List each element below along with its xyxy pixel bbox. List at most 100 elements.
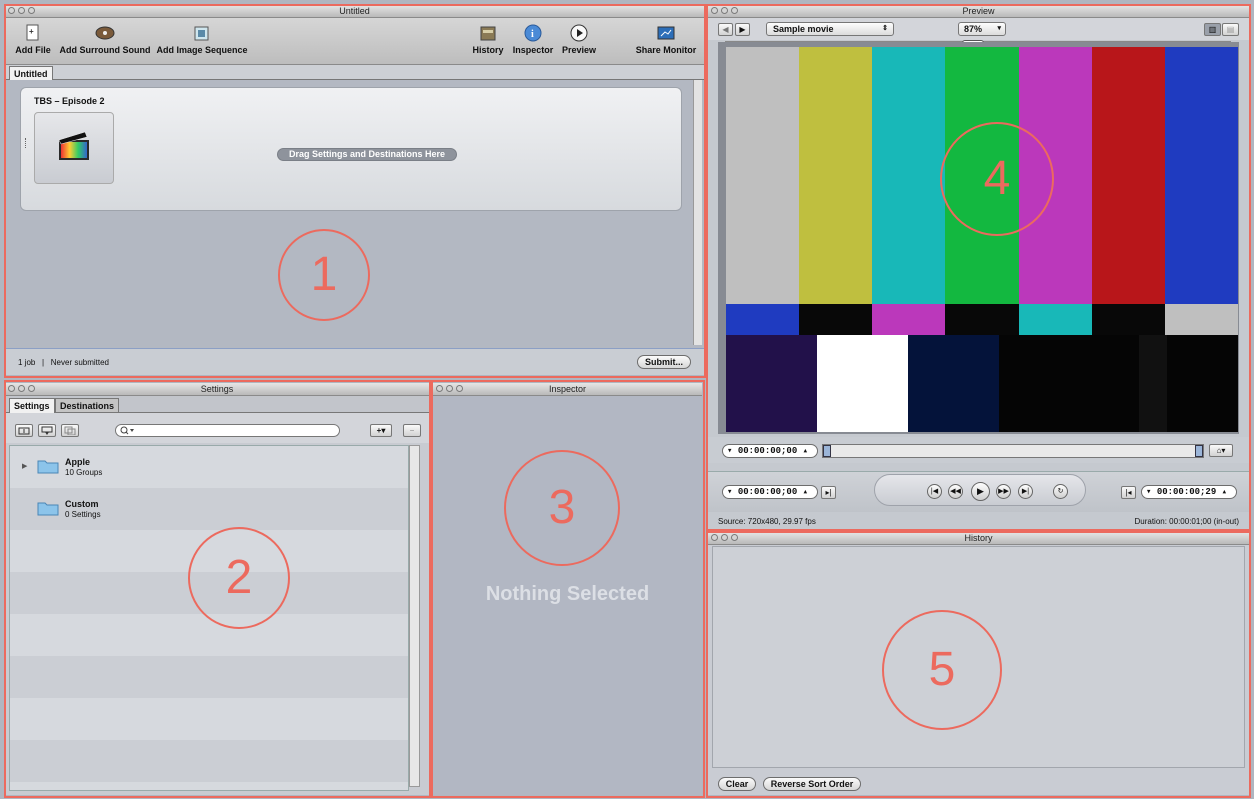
color-bars — [726, 47, 1238, 432]
in-marker[interactable] — [823, 445, 831, 457]
inspector-button[interactable]: i Inspector — [511, 24, 555, 55]
fast-forward-icon[interactable]: ▶▶ — [996, 484, 1011, 499]
timeline-scrubber[interactable] — [822, 444, 1204, 458]
color-bar — [1091, 304, 1165, 335]
remove-setting-button[interactable]: − — [403, 424, 421, 437]
minimize-button[interactable] — [721, 7, 728, 14]
in-point-timecode[interactable]: ▾ 00:00:00;00 ▴ — [722, 444, 818, 458]
go-to-start-icon[interactable]: |◀ — [927, 484, 942, 499]
job-status: 1 job | Never submitted — [18, 358, 110, 367]
color-bar — [1091, 47, 1165, 304]
out-point-timecode[interactable]: ▾ 00:00:00;29 ▴ — [1141, 485, 1237, 499]
split-view-button[interactable]: ▥ — [1204, 23, 1221, 36]
set-in-button[interactable]: ▸| — [821, 486, 836, 499]
marker-menu-button[interactable]: ⌂▾ — [1209, 444, 1233, 457]
add-image-sequence-button[interactable]: Add Image Sequence — [156, 24, 248, 55]
settings-scrollbar[interactable] — [409, 445, 420, 787]
batch-scrollbar[interactable] — [693, 80, 702, 345]
rewind-icon[interactable]: ◀◀ — [948, 484, 963, 499]
image-sequence-icon — [194, 26, 209, 41]
minimize-button[interactable] — [18, 385, 25, 392]
go-to-end-icon[interactable]: ▶| — [1018, 484, 1033, 499]
clear-button[interactable]: Clear — [718, 777, 756, 791]
previous-source-button[interactable]: ◀ — [718, 23, 733, 36]
color-bar — [1069, 335, 1139, 432]
minimize-button[interactable] — [18, 7, 25, 14]
color-bar — [726, 335, 817, 432]
list-item[interactable]: ▶ Apple 10 Groups — [10, 456, 408, 486]
source-media-thumbnail[interactable] — [34, 112, 114, 184]
new-folder-button[interactable] — [15, 424, 33, 437]
play-icon[interactable]: ▶ — [971, 482, 990, 501]
zoom-button[interactable] — [456, 385, 463, 392]
history-button[interactable]: History — [471, 24, 505, 55]
status-bar: 1 job | Never submitted Submit... — [5, 348, 704, 375]
video-preview[interactable] — [718, 42, 1239, 434]
duplicate-setting-button[interactable] — [61, 424, 79, 437]
apply-setting-button[interactable] — [38, 424, 56, 437]
preview-window-titlebar: Preview — [708, 5, 1249, 18]
minimize-button[interactable] — [721, 534, 728, 541]
drop-target-hint[interactable]: Drag Settings and Destinations Here — [277, 148, 457, 161]
close-button[interactable] — [711, 7, 718, 14]
scrubber-row: ▾ 00:00:00;00 ▴ ⌂▾ — [708, 437, 1249, 463]
color-bar — [1164, 47, 1238, 304]
zoom-button[interactable] — [731, 7, 738, 14]
folder-plus-icon — [18, 427, 30, 435]
source-select[interactable]: Sample movie ⇕ — [766, 22, 894, 36]
close-button[interactable] — [711, 534, 718, 541]
apply-icon — [41, 426, 53, 435]
batch-window-title: Untitled — [339, 6, 370, 16]
settings-window-title: Settings — [200, 384, 234, 394]
close-button[interactable] — [8, 7, 15, 14]
reverse-sort-order-button[interactable]: Reverse Sort Order — [763, 777, 861, 791]
annotation-marker-2: 2 — [188, 527, 290, 629]
loop-icon[interactable]: ↻ — [1053, 484, 1068, 499]
transport-bar: ▾ 00:00:00;00 ▴ ▸| |◀ ◀◀ ▶ ▶▶ ▶| ↻ |◂ ▾ … — [708, 471, 1249, 512]
svg-text:+: + — [29, 27, 34, 36]
history-icon — [480, 26, 496, 41]
color-bar — [999, 335, 1069, 432]
annotation-marker-3: 3 — [504, 450, 620, 566]
add-setting-button[interactable]: +▾ — [370, 424, 392, 437]
group-name: Custom — [65, 499, 99, 509]
folder-icon — [37, 460, 59, 474]
close-button[interactable] — [8, 385, 15, 392]
close-button[interactable] — [436, 385, 443, 392]
current-timecode[interactable]: ▾ 00:00:00;00 ▴ — [722, 485, 818, 499]
zoom-select[interactable]: 87% ▾ — [958, 22, 1006, 36]
tab-untitled[interactable]: Untitled — [9, 66, 53, 80]
add-surround-sound-button[interactable]: Add Surround Sound — [59, 24, 151, 55]
zoom-button[interactable] — [28, 7, 35, 14]
job-card[interactable]: TBS – Episode 2 Drag Settings and Destin… — [20, 87, 682, 211]
preview-window-title: Preview — [962, 6, 995, 16]
next-source-button[interactable]: ▶ — [735, 23, 750, 36]
popup-arrows-icon: ⇕ — [882, 25, 888, 32]
preview-button[interactable]: Preview — [561, 24, 597, 55]
color-bar — [1139, 335, 1167, 432]
duration-info: Duration: 00:00:01;00 (in-out) — [1134, 517, 1239, 526]
search-icon — [120, 426, 134, 435]
chevron-down-icon: ▾ — [997, 25, 1001, 32]
share-monitor-button[interactable]: Share Monitor — [634, 24, 698, 55]
settings-tab-strip: Settings Destinations — [5, 396, 429, 413]
set-out-button[interactable]: |◂ — [1121, 486, 1136, 499]
drag-handle[interactable] — [25, 138, 28, 148]
add-file-button[interactable]: + Add File — [13, 24, 53, 55]
inspector-window: Inspector Nothing Selected — [433, 383, 702, 795]
zoom-button[interactable] — [731, 534, 738, 541]
tab-settings[interactable]: Settings — [9, 398, 55, 413]
annotation-marker-1: 1 — [278, 229, 370, 321]
group-detail: 0 Settings — [65, 510, 101, 519]
tab-destinations[interactable]: Destinations — [55, 398, 120, 412]
info-icon: i — [524, 24, 542, 42]
play-icon — [570, 24, 588, 42]
list-item[interactable]: Custom 0 Settings — [10, 498, 408, 528]
out-marker[interactable] — [1195, 445, 1203, 457]
zoom-button[interactable] — [28, 385, 35, 392]
submit-button[interactable]: Submit... — [637, 355, 691, 369]
minimize-button[interactable] — [446, 385, 453, 392]
side-by-side-button[interactable]: ▤ — [1222, 23, 1239, 36]
settings-search-field[interactable] — [115, 424, 340, 437]
disclosure-triangle-icon[interactable]: ▶ — [22, 462, 27, 470]
